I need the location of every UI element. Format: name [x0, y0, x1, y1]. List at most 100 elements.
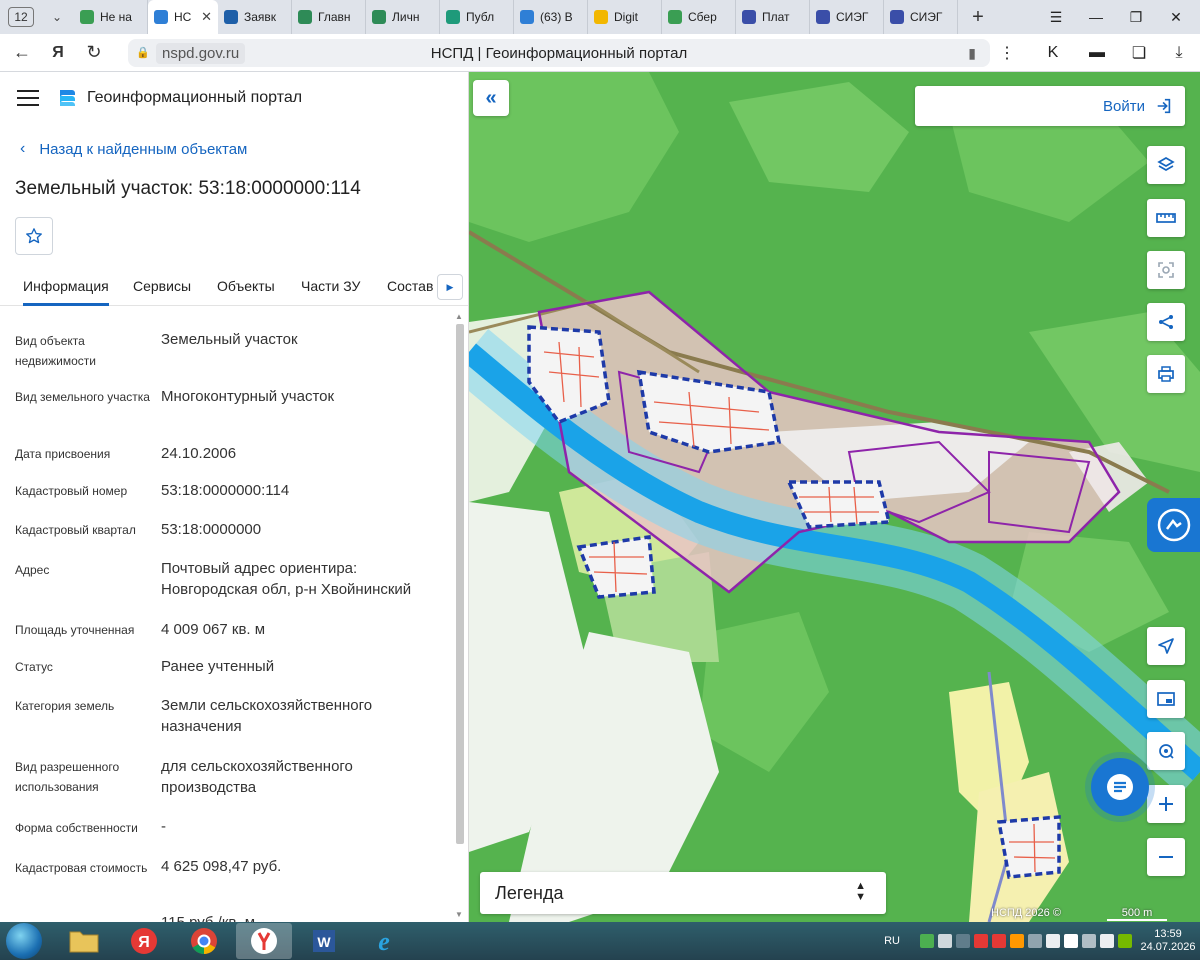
field-label: Вид земельного участка [15, 390, 150, 404]
browser-tab[interactable]: Заявк [218, 0, 292, 34]
browser-tab[interactable]: Сбер [662, 0, 736, 34]
tab-parts[interactable]: Части ЗУ [301, 278, 360, 294]
taskbar-ie[interactable]: e [356, 923, 412, 959]
taskbar-yandex[interactable]: Я [116, 923, 172, 959]
select-area-button[interactable] [1147, 251, 1185, 289]
bookmark-icon[interactable]: ▮ [968, 45, 976, 62]
layers-button[interactable] [1147, 146, 1185, 184]
tray-icon[interactable] [1010, 934, 1024, 948]
browser-tab[interactable]: Личн [366, 0, 440, 34]
yandex-y-icon [251, 928, 277, 954]
maximize-button[interactable]: ❐ [1116, 0, 1156, 34]
yandex-icon[interactable]: Я [44, 39, 72, 67]
field-label: Форма собственности [15, 821, 138, 835]
login-button[interactable]: Войти [915, 86, 1185, 126]
field-label: Площадь уточненная [15, 623, 135, 637]
geolocation-icon [1158, 638, 1174, 654]
nvidia-icon[interactable] [1118, 934, 1132, 948]
taskbar-chrome[interactable] [176, 923, 232, 959]
flag-icon[interactable] [1064, 934, 1078, 948]
field-value: Земли сельскохозяйственного назначения [161, 697, 373, 735]
tray-icon[interactable] [1046, 934, 1060, 948]
zoom-in-icon [1159, 797, 1173, 811]
downloads-icon[interactable]: ⤓ [1162, 34, 1196, 72]
map-view[interactable]: « Войти Легенда ▲ ▼ НСПД 2026 © 500 m [469, 72, 1200, 922]
back-arrow-icon[interactable]: ← [8, 39, 36, 67]
more-menu-icon[interactable]: ⋮ [990, 34, 1024, 72]
new-tab-button[interactable]: + [964, 3, 992, 31]
reload-icon[interactable]: ↻ [80, 39, 108, 67]
browser-tab[interactable]: Публ [440, 0, 514, 34]
browser-tab[interactable]: Плат [736, 0, 810, 34]
legend-panel[interactable]: Легенда ▲ ▼ [480, 872, 886, 914]
browser-tab[interactable]: Главн [292, 0, 366, 34]
field-value: 115 руб./кв. м [161, 912, 446, 922]
tray-icon[interactable] [956, 934, 970, 948]
browser-tab[interactable]: СИЭГ [884, 0, 958, 34]
minimap-button[interactable] [1147, 680, 1185, 718]
expand-collapse-icon[interactable]: ▲ ▼ [855, 881, 866, 903]
share-button[interactable] [1147, 303, 1185, 341]
tray-icon[interactable] [992, 934, 1006, 948]
field-value: 4 009 067 кв. м [161, 621, 266, 638]
url-field[interactable]: 🔒 nspd.gov.ru НСПД | Геоинформационный п… [128, 39, 990, 67]
taskbar-yandex-active[interactable] [236, 923, 292, 959]
tabs-scroll-right-button[interactable]: ▶ [437, 274, 463, 300]
taskbar-word[interactable]: W [296, 923, 352, 959]
tab-count-badge[interactable]: 12 [8, 7, 34, 27]
share-icon [1159, 315, 1173, 329]
ruler-button[interactable] [1147, 199, 1185, 237]
assistant-widget-button[interactable] [1147, 498, 1200, 552]
geolocation-button[interactable] [1147, 627, 1185, 665]
tab-label: СИЭГ [910, 10, 943, 24]
hamburger-menu-icon[interactable] [17, 90, 39, 106]
browser-tab[interactable]: СИЭГ [810, 0, 884, 34]
close-window-button[interactable]: ✕ [1156, 0, 1196, 34]
taskbar-explorer[interactable] [56, 923, 112, 959]
zoom-in-button[interactable] [1147, 785, 1185, 823]
tabs-dropdown-icon[interactable]: ⌄ [44, 10, 70, 24]
browser-tab[interactable]: (63) В [514, 0, 588, 34]
chat-button[interactable] [1091, 758, 1149, 816]
volume-icon[interactable] [1100, 934, 1114, 948]
zoom-out-button[interactable] [1147, 838, 1185, 876]
print-button[interactable] [1147, 355, 1185, 393]
favorite-button[interactable] [15, 217, 53, 255]
close-tab-icon[interactable]: ✕ [201, 9, 212, 25]
svg-text:Я: Я [138, 934, 150, 951]
scrollbar-thumb[interactable] [456, 324, 464, 844]
browser-tab[interactable]: НС ✕ [148, 0, 218, 34]
tab-objects[interactable]: Объекты [217, 278, 275, 294]
tray-icon[interactable] [920, 934, 934, 948]
tray-icon[interactable] [938, 934, 952, 948]
tab-favicon-icon [742, 10, 756, 24]
extension-2-icon[interactable]: ▬ [1080, 34, 1114, 72]
tab-label: (63) В [540, 10, 573, 24]
collections-icon[interactable]: ❏ [1122, 34, 1156, 72]
tab-favicon-icon [520, 10, 534, 24]
tray-icon[interactable] [974, 934, 988, 948]
extension-icon[interactable]: K [1036, 34, 1070, 72]
browser-tab[interactable]: Не на [74, 0, 148, 34]
collapse-panel-button[interactable]: « [473, 80, 509, 116]
tray-icon[interactable] [1028, 934, 1042, 948]
back-to-results-link[interactable]: ‹ Назад к найденным объектам [20, 140, 247, 158]
browser-tab[interactable]: Digit [588, 0, 662, 34]
menu-icon[interactable]: ☰ [1036, 0, 1076, 34]
clock[interactable]: 13:59 24.07.2026 [1136, 928, 1200, 954]
folder-icon [69, 931, 99, 953]
panel-scrollbar[interactable]: ▲ ▼ [453, 312, 467, 922]
search-point-button[interactable] [1147, 732, 1185, 770]
tab-list: Не на НС ✕ Заявк Главн Личн Публ (63) В Digit Сбе… [74, 0, 958, 34]
network-icon[interactable] [1082, 934, 1096, 948]
map-canvas[interactable] [469, 72, 1200, 922]
tab-info[interactable]: Информация [23, 278, 109, 306]
tab-composition[interactable]: Состав [387, 278, 433, 294]
clock-date: 24.07.2026 [1140, 941, 1196, 953]
tab-services[interactable]: Сервисы [133, 278, 191, 294]
language-indicator[interactable]: RU [884, 935, 900, 947]
scroll-down-icon[interactable]: ▼ [455, 910, 463, 919]
scroll-up-icon[interactable]: ▲ [455, 312, 463, 321]
minimize-button[interactable]: — [1076, 0, 1116, 34]
start-button[interactable] [6, 923, 42, 959]
